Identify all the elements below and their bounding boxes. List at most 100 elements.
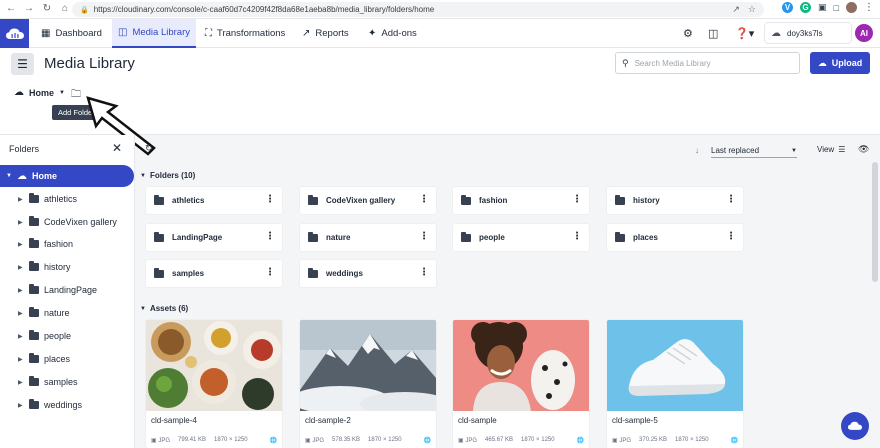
caret-right-icon[interactable]: ▶ bbox=[18, 241, 24, 248]
scrollbar[interactable] bbox=[872, 162, 878, 282]
add-folder-icon[interactable]: 🗀 bbox=[71, 87, 81, 104]
folder-card[interactable]: history ⋮ bbox=[607, 187, 743, 214]
folder-card[interactable]: CodeVixen gallery ⋮ bbox=[300, 187, 436, 214]
back-icon[interactable]: ← bbox=[4, 2, 18, 16]
folder-card-label: CodeVixen gallery bbox=[326, 196, 396, 205]
nav-transformations[interactable]: ⛶ Transformations bbox=[205, 19, 285, 48]
help-chat-button[interactable] bbox=[841, 412, 869, 440]
tree-item[interactable]: ▶ people bbox=[18, 328, 71, 344]
caret-right-icon[interactable]: ▶ bbox=[18, 287, 24, 294]
refresh-icon[interactable]: ↻ bbox=[145, 143, 153, 154]
caret-right-icon[interactable]: ▶ bbox=[18, 402, 24, 409]
forward-icon[interactable]: → bbox=[22, 2, 36, 16]
folder-card[interactable]: fashion ⋮ bbox=[453, 187, 589, 214]
caret-down-icon[interactable]: ▼ bbox=[140, 173, 146, 179]
view-toggle[interactable]: View ☰ bbox=[817, 145, 845, 154]
caret-down-icon[interactable]: ▼ bbox=[6, 173, 12, 179]
extensions-puzzle-icon[interactable]: ▣ bbox=[818, 2, 827, 13]
breadcrumb-home[interactable]: Home bbox=[29, 88, 54, 98]
tree-item[interactable]: ▶ samples bbox=[18, 374, 78, 390]
folder-card[interactable]: LandingPage ⋮ bbox=[146, 224, 282, 251]
help-icon[interactable]: ❓▾ bbox=[735, 19, 754, 48]
extension-v-icon[interactable]: V bbox=[782, 2, 794, 13]
more-options-icon[interactable]: ⋮ bbox=[726, 231, 736, 243]
tree-item-label: weddings bbox=[44, 400, 83, 410]
more-options-icon[interactable]: ⋮ bbox=[726, 194, 736, 206]
product-environment-selector[interactable]: ☁ doy3ks7ls bbox=[764, 22, 852, 44]
tree-item-home[interactable]: ▼ ☁ Home bbox=[0, 165, 134, 187]
share-icon[interactable]: ↗ bbox=[732, 2, 740, 17]
upload-button[interactable]: ☁ Upload bbox=[810, 52, 870, 74]
asset-card[interactable]: cld-sample ▣ JPG 465.67 KB 1870 × 1250 🌐 bbox=[453, 320, 589, 448]
tree-item-label: LandingPage bbox=[44, 285, 98, 295]
more-options-icon[interactable]: ⋮ bbox=[572, 194, 582, 206]
more-options-icon[interactable]: ⋮ bbox=[265, 194, 275, 206]
tree-item[interactable]: ▶ places bbox=[18, 351, 70, 367]
tree-item[interactable]: ▶ LandingPage bbox=[18, 282, 97, 298]
preview-eye-icon[interactable]: 👁 bbox=[858, 144, 869, 155]
asset-card[interactable]: cld-sample-2 ▣ JPG 578.35 KB 1870 × 1250… bbox=[300, 320, 436, 448]
folders-section-label: Folders (10) bbox=[149, 171, 196, 180]
close-icon[interactable]: ✕ bbox=[112, 141, 122, 155]
puzzle-icon: ✦ bbox=[368, 28, 377, 39]
caret-right-icon[interactable]: ▶ bbox=[18, 196, 24, 203]
settings-gear-icon[interactable]: ⚙ bbox=[683, 19, 693, 48]
more-options-icon[interactable]: ⋮ bbox=[419, 194, 429, 206]
folder-card[interactable]: people ⋮ bbox=[453, 224, 589, 251]
extension-g-icon[interactable]: G bbox=[800, 2, 812, 13]
folder-card[interactable]: places ⋮ bbox=[607, 224, 743, 251]
asset-card[interactable]: cld-sample-5 ▣ JPG 370.25 KB 1870 × 1250… bbox=[607, 320, 743, 448]
tree-item[interactable]: ▶ fashion bbox=[18, 236, 73, 252]
more-options-icon[interactable]: ⋮ bbox=[265, 231, 275, 243]
nav-media-library[interactable]: ◫ Media Library bbox=[112, 19, 197, 48]
asset-card[interactable]: cld-sample-4 ▣ JPG 799.41 KB 1870 × 1250… bbox=[146, 320, 282, 448]
caret-down-icon[interactable]: ▼ bbox=[140, 306, 146, 312]
list-toolbar: ↻ ↓ Last replaced ▼ View ☰ 👁 bbox=[135, 140, 880, 162]
folder-card[interactable]: nature ⋮ bbox=[300, 224, 436, 251]
home-icon[interactable]: ⌂ bbox=[58, 2, 72, 16]
cloud-icon: ☁ bbox=[14, 87, 24, 98]
sort-direction-icon[interactable]: ↓ bbox=[695, 146, 699, 155]
assets-section-header[interactable]: ▼ Assets (6) bbox=[140, 304, 188, 313]
folder-card[interactable]: samples ⋮ bbox=[146, 260, 282, 287]
globe-icon: 🌐 bbox=[269, 438, 277, 444]
bookmark-star-icon[interactable]: ☆ bbox=[748, 2, 756, 17]
caret-right-icon[interactable]: ▶ bbox=[18, 356, 24, 363]
tree-item[interactable]: ▶ CodeVixen gallery bbox=[18, 214, 117, 230]
whats-new-icon[interactable]: ◫ bbox=[708, 19, 718, 48]
hamburger-menu-button[interactable]: ☰ bbox=[11, 53, 34, 75]
folder-card[interactable]: weddings ⋮ bbox=[300, 260, 436, 287]
more-options-icon[interactable]: ⋮ bbox=[419, 231, 429, 243]
sort-select[interactable]: Last replaced ▼ bbox=[711, 144, 797, 158]
more-options-icon[interactable]: ⋮ bbox=[265, 267, 275, 279]
tree-item[interactable]: ▶ history bbox=[18, 259, 71, 275]
nav-addons[interactable]: ✦ Add-ons bbox=[368, 19, 417, 48]
caret-right-icon[interactable]: ▶ bbox=[18, 333, 24, 340]
cloudinary-logo[interactable] bbox=[0, 19, 29, 48]
user-avatar[interactable]: AI bbox=[855, 24, 873, 42]
folder-icon bbox=[29, 261, 39, 271]
caret-right-icon[interactable]: ▶ bbox=[18, 310, 24, 317]
more-options-icon[interactable]: ⋮ bbox=[419, 267, 429, 279]
profile-icon[interactable] bbox=[846, 2, 857, 13]
more-options-icon[interactable]: ⋮ bbox=[572, 231, 582, 243]
nav-reports[interactable]: ↗ Reports bbox=[302, 19, 349, 48]
folders-section-header[interactable]: ▼ Folders (10) bbox=[140, 171, 195, 180]
breadcrumb[interactable]: ☁ Home ▼ bbox=[14, 87, 65, 98]
folder-icon bbox=[615, 231, 625, 242]
caret-right-icon[interactable]: ▶ bbox=[18, 379, 24, 386]
address-bar[interactable]: 🔒 https://cloudinary.com/console/c-caaf6… bbox=[72, 2, 764, 17]
nav-dashboard[interactable]: ▦ Dashboard bbox=[41, 19, 102, 48]
browser-menu-icon[interactable]: ⋮ bbox=[864, 2, 874, 13]
chevron-down-icon[interactable]: ▼ bbox=[59, 90, 65, 96]
reload-icon[interactable]: ↻ bbox=[40, 2, 54, 16]
folder-card[interactable]: athletics ⋮ bbox=[146, 187, 282, 214]
caret-right-icon[interactable]: ▶ bbox=[18, 264, 24, 271]
tree-item[interactable]: ▶ nature bbox=[18, 305, 70, 321]
caret-right-icon[interactable]: ▶ bbox=[18, 219, 24, 226]
tree-item[interactable]: ▶ athletics bbox=[18, 191, 77, 207]
tree-item[interactable]: ▶ weddings bbox=[18, 397, 82, 413]
search-input[interactable]: ⚲ Search Media Library bbox=[615, 52, 800, 74]
upload-label: Upload bbox=[831, 58, 863, 68]
side-panel-icon[interactable]: □ bbox=[834, 3, 839, 13]
